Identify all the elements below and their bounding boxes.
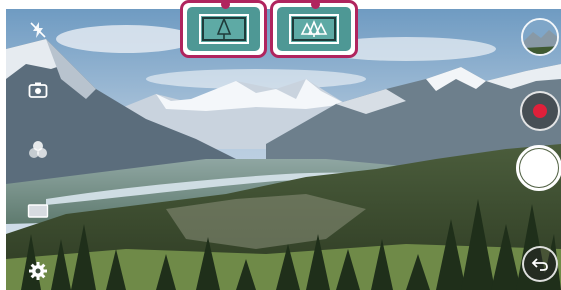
shutter-core: [520, 149, 558, 187]
aspect-ratio-icon[interactable]: [26, 199, 50, 223]
lens-standard-face: [187, 7, 260, 51]
single-tree-icon: [198, 14, 249, 44]
record-video-button[interactable]: [520, 91, 560, 131]
three-trees-icon: [289, 14, 339, 44]
lens-wide-button[interactable]: [270, 0, 358, 58]
flash-off-icon[interactable]: [26, 18, 50, 42]
selection-pin: [311, 0, 320, 9]
settings-gear-icon[interactable]: [26, 259, 50, 283]
switch-camera-icon[interactable]: [26, 78, 50, 102]
back-button[interactable]: [522, 246, 558, 282]
record-dot-icon: [533, 104, 547, 118]
filter-icon[interactable]: [26, 138, 50, 162]
lens-standard-button[interactable]: [180, 0, 267, 58]
lens-wide-face: [277, 7, 351, 51]
gallery-thumbnail[interactable]: [521, 18, 559, 56]
selection-pin: [221, 0, 230, 9]
back-arrow-icon: [531, 258, 548, 271]
shutter-button[interactable]: [516, 145, 561, 191]
